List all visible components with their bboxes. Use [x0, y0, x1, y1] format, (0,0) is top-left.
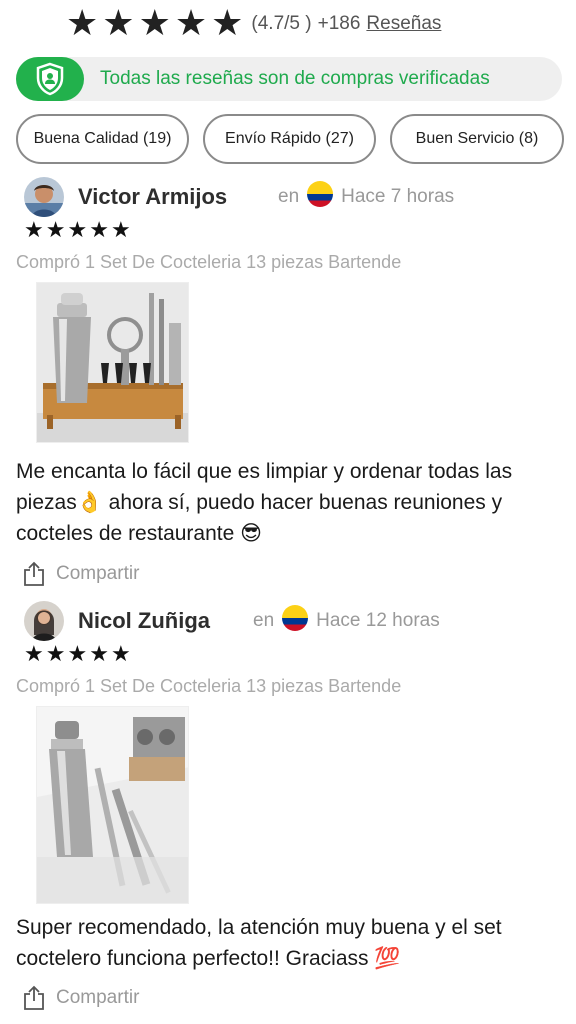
- chip-buena-calidad[interactable]: Buena Calidad (19): [16, 114, 189, 164]
- review-stars: ★ ★ ★ ★ ★: [24, 644, 131, 666]
- star-icon: ★: [24, 642, 44, 667]
- verified-text: Todas las reseñas son de compras verific…: [100, 68, 490, 89]
- reviewer-name: Victor Armijos: [78, 184, 228, 209]
- colombia-flag-icon: [282, 605, 309, 637]
- review-stars: ★ ★ ★ ★ ★: [24, 220, 131, 242]
- review-time: Hace 12 horas: [316, 610, 440, 631]
- star-icon: ★: [67, 642, 88, 667]
- star-icon: ★: [138, 3, 171, 44]
- star-icon: ★: [174, 3, 208, 44]
- colombia-flag-icon: [307, 181, 334, 213]
- review-photo[interactable]: [36, 706, 189, 904]
- rating-stars: ★ ★ ★ ★ ★: [66, 6, 243, 42]
- star-icon: ★: [89, 218, 109, 243]
- share-button[interactable]: Compartir: [22, 983, 139, 1013]
- avatar: [24, 601, 64, 641]
- review-meta: en Hace 7 horas: [278, 176, 454, 218]
- review-time: Hace 7 horas: [341, 186, 455, 207]
- star-icon: ★: [102, 3, 135, 44]
- share-label: Compartir: [56, 563, 140, 584]
- chip-envio-rapido[interactable]: Envío Rápido (27): [203, 114, 376, 164]
- star-icon: ★: [45, 218, 66, 243]
- chip-buen-servicio[interactable]: Buen Servicio (8): [390, 114, 564, 164]
- star-icon: ★: [110, 218, 131, 243]
- star-icon: ★: [45, 642, 66, 667]
- location-prefix: en: [278, 186, 300, 207]
- rating-count: +186: [317, 13, 361, 34]
- location-prefix: en: [253, 610, 275, 631]
- star-icon: ★: [110, 642, 131, 667]
- reviews-link[interactable]: Reseñas: [366, 13, 441, 35]
- review-meta: en Hace 12 horas: [253, 600, 440, 642]
- avatar: [24, 177, 64, 217]
- shield-user-icon: [16, 57, 84, 101]
- review-text: Super recomendado, la atención muy buena…: [16, 916, 502, 970]
- rating-summary: ★ ★ ★ ★ ★ (4.7/5 ) +186 Reseñas: [66, 4, 441, 44]
- star-icon: ★: [89, 642, 109, 667]
- star-icon: ★: [67, 218, 88, 243]
- purchased-product: Compró 1 Set De Cocteleria 13 piezas Bar…: [16, 676, 402, 696]
- star-icon: ★: [211, 3, 244, 44]
- purchased-product: Compró 1 Set De Cocteleria 13 piezas Bar…: [16, 252, 402, 272]
- star-icon: ★: [24, 218, 44, 243]
- review-photo[interactable]: [36, 282, 189, 443]
- share-icon: [24, 561, 44, 586]
- reviewer-name: Nicol Zuñiga: [78, 608, 210, 633]
- filter-chips: Buena Calidad (19) Envío Rápido (27) Bue…: [16, 114, 564, 164]
- verified-banner: Todas las reseñas son de compras verific…: [16, 57, 562, 101]
- review-text: Me encanta lo fácil que es limpiar y ord…: [16, 460, 513, 545]
- share-label: Compartir: [56, 987, 140, 1008]
- rating-score: (4.7/5 ): [251, 13, 312, 34]
- star-icon: ★: [66, 3, 99, 44]
- share-button[interactable]: Compartir: [22, 559, 139, 589]
- share-icon: [24, 985, 44, 1010]
